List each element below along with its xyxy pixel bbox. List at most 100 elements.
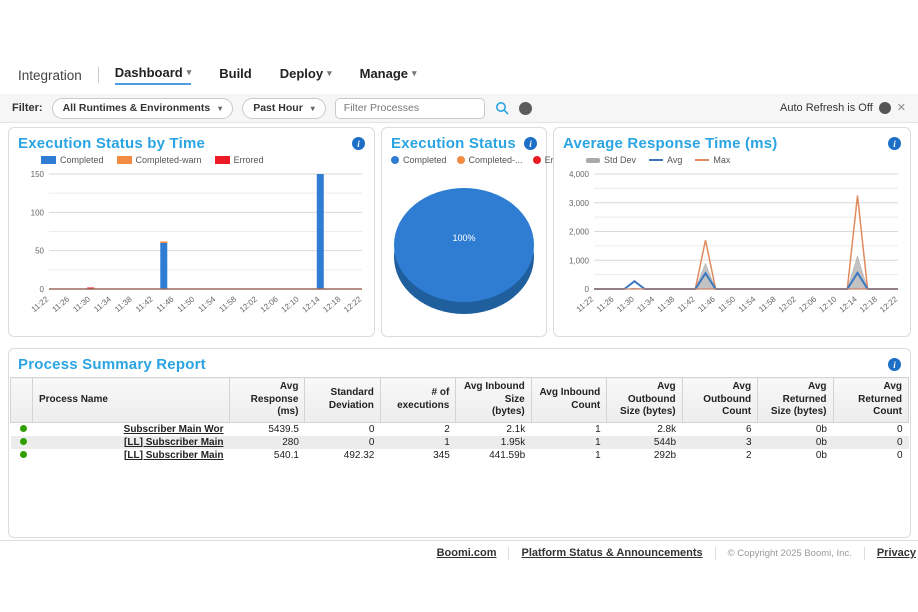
dashboard-panels: Execution Status by Time i Completed Comp…: [8, 127, 911, 337]
column-header[interactable]: Avg Outbound Size (bytes): [607, 378, 682, 423]
filter-processes-input[interactable]: [335, 98, 485, 119]
pie-slice-label: 100%: [452, 233, 475, 243]
legend-label: Completed: [60, 155, 104, 165]
value-cell: 0b: [758, 449, 833, 462]
legend-item-completed[interactable]: Completed: [41, 155, 104, 165]
column-header[interactable]: Standard Deviation: [305, 378, 380, 423]
y-axis-tick-label: 3,000: [569, 199, 590, 208]
x-axis-tick-label: 11:54: [737, 294, 758, 314]
y-axis-tick-label: 150: [31, 170, 45, 179]
info-icon[interactable]: i: [524, 137, 537, 150]
column-header[interactable]: Avg Inbound Count: [531, 378, 606, 423]
execution-status-by-time-chart: 05010015011:2211:2611:3011:3411:3811:421…: [15, 167, 368, 325]
y-axis-tick-label: 0: [585, 285, 590, 294]
table-header-row: Process NameAvg Response (ms)Standard De…: [11, 378, 909, 423]
value-cell: 1: [531, 449, 606, 462]
auto-refresh-toggle[interactable]: [879, 102, 891, 114]
chevron-down-icon: ▾: [311, 104, 315, 113]
clear-search-button[interactable]: [519, 102, 532, 115]
close-icon[interactable]: ✕: [897, 103, 906, 114]
legend-swatch: [117, 156, 132, 164]
process-name-link[interactable]: [LL] Subscriber Main: [124, 450, 223, 461]
x-axis-tick-label: 11:30: [615, 294, 636, 314]
panel-title: Average Response Time (ms): [563, 135, 777, 152]
brand-integration: Integration: [18, 68, 82, 83]
x-axis-tick-label: 11:58: [217, 294, 238, 314]
x-axis-tick-label: 12:18: [321, 294, 343, 314]
chevron-down-icon: ▾: [412, 68, 417, 79]
column-header[interactable]: Process Name: [33, 378, 230, 423]
legend-item-completed[interactable]: Completed: [391, 155, 447, 165]
legend-item-avg[interactable]: Avg: [649, 155, 682, 165]
nav-item-deploy[interactable]: Deploy ▾: [280, 66, 332, 84]
legend-label: Max: [713, 155, 730, 165]
process-name-cell: [LL] Subscriber Main: [33, 449, 230, 462]
nav-item-build[interactable]: Build: [219, 66, 252, 84]
table-row: [LL] Subscriber Main280011.95k1544b30b0: [11, 436, 909, 449]
value-cell: 441.59b: [456, 449, 531, 462]
legend-item-completed-[interactable]: Completed-...: [457, 155, 523, 165]
time-range-dropdown[interactable]: Past Hour ▾: [242, 98, 326, 119]
y-axis-tick-label: 100: [31, 208, 45, 217]
legend-item-max[interactable]: Max: [695, 155, 730, 165]
panel-title: Execution Status: [391, 135, 516, 152]
x-axis-tick-label: 11:46: [155, 294, 176, 314]
column-header[interactable]: [11, 378, 33, 423]
column-header[interactable]: Avg Returned Count: [833, 378, 909, 423]
table-row: Subscriber Main Wor5439.5022.1k12.8k60b0: [11, 422, 909, 436]
legend-item-errored[interactable]: Errored: [215, 155, 264, 165]
legend-label: Std Dev: [604, 155, 636, 165]
info-icon[interactable]: i: [888, 137, 901, 150]
legend-swatch: [391, 156, 399, 164]
filter-bar: Filter: All Runtimes & Environments ▾ Pa…: [0, 94, 918, 123]
x-axis-tick-label: 11:30: [71, 294, 92, 314]
legend-item-std-dev[interactable]: Std Dev: [586, 155, 636, 165]
runtime-environment-dropdown[interactable]: All Runtimes & Environments ▾: [52, 98, 234, 119]
x-axis-tick-label: 12:06: [797, 294, 819, 314]
info-icon[interactable]: i: [888, 358, 901, 371]
x-axis-tick-label: 11:46: [696, 294, 717, 314]
bar-completed: [160, 243, 167, 289]
legend-swatch: [695, 159, 709, 161]
y-axis-tick-label: 0: [40, 285, 45, 294]
x-axis-tick-label: 11:34: [635, 294, 656, 314]
legend-item-completed-warn[interactable]: Completed-warn: [117, 155, 202, 165]
platform-status-link[interactable]: Platform Status & Announcements: [509, 547, 714, 559]
top-nav: Integration Dashboard ▾ Build Deploy ▾ M…: [0, 60, 918, 90]
process-name-link[interactable]: [LL] Subscriber Main: [124, 437, 223, 448]
y-axis-tick-label: 1,000: [569, 256, 590, 265]
column-header[interactable]: Avg Returned Size (bytes): [758, 378, 833, 423]
x-axis-tick-label: 12:22: [878, 294, 900, 314]
search-icon[interactable]: [494, 100, 510, 116]
value-cell: 3: [682, 436, 757, 449]
x-axis-tick-label: 12:18: [858, 294, 880, 314]
privacy-link[interactable]: Privacy: [865, 547, 918, 559]
panel-title: Execution Status by Time: [18, 135, 205, 152]
boomi-com-link[interactable]: Boomi.com: [425, 547, 509, 559]
process-summary-table: Process NameAvg Response (ms)Standard De…: [10, 377, 909, 462]
value-cell: 280: [230, 436, 305, 449]
legend-label: Avg: [667, 155, 682, 165]
nav-item-manage[interactable]: Manage ▾: [360, 66, 417, 84]
column-header[interactable]: Avg Response (ms): [230, 378, 305, 423]
status-cell: [11, 436, 33, 449]
legend-label: Completed-warn: [136, 155, 202, 165]
nav-item-dashboard[interactable]: Dashboard ▾: [115, 65, 191, 85]
x-axis-tick-label: 12:14: [838, 294, 860, 314]
column-header[interactable]: Avg Inbound Size (bytes): [456, 378, 531, 423]
value-cell: 2: [380, 422, 455, 436]
value-cell: 540.1: [230, 449, 305, 462]
legend-swatch: [586, 158, 600, 163]
process-name-link[interactable]: Subscriber Main Wor: [124, 424, 224, 435]
value-cell: 0b: [758, 436, 833, 449]
x-axis-tick-label: 12:02: [238, 294, 260, 314]
pie-slice-completed[interactable]: [394, 188, 534, 302]
column-header[interactable]: Avg Outbound Count: [682, 378, 757, 423]
column-header[interactable]: # of executions: [380, 378, 455, 423]
x-axis-tick-label: 11:22: [30, 294, 51, 314]
value-cell: 1: [380, 436, 455, 449]
value-cell: 0: [833, 436, 909, 449]
info-icon[interactable]: i: [352, 137, 365, 150]
nav-divider: [98, 67, 99, 83]
legend-swatch: [457, 156, 465, 164]
